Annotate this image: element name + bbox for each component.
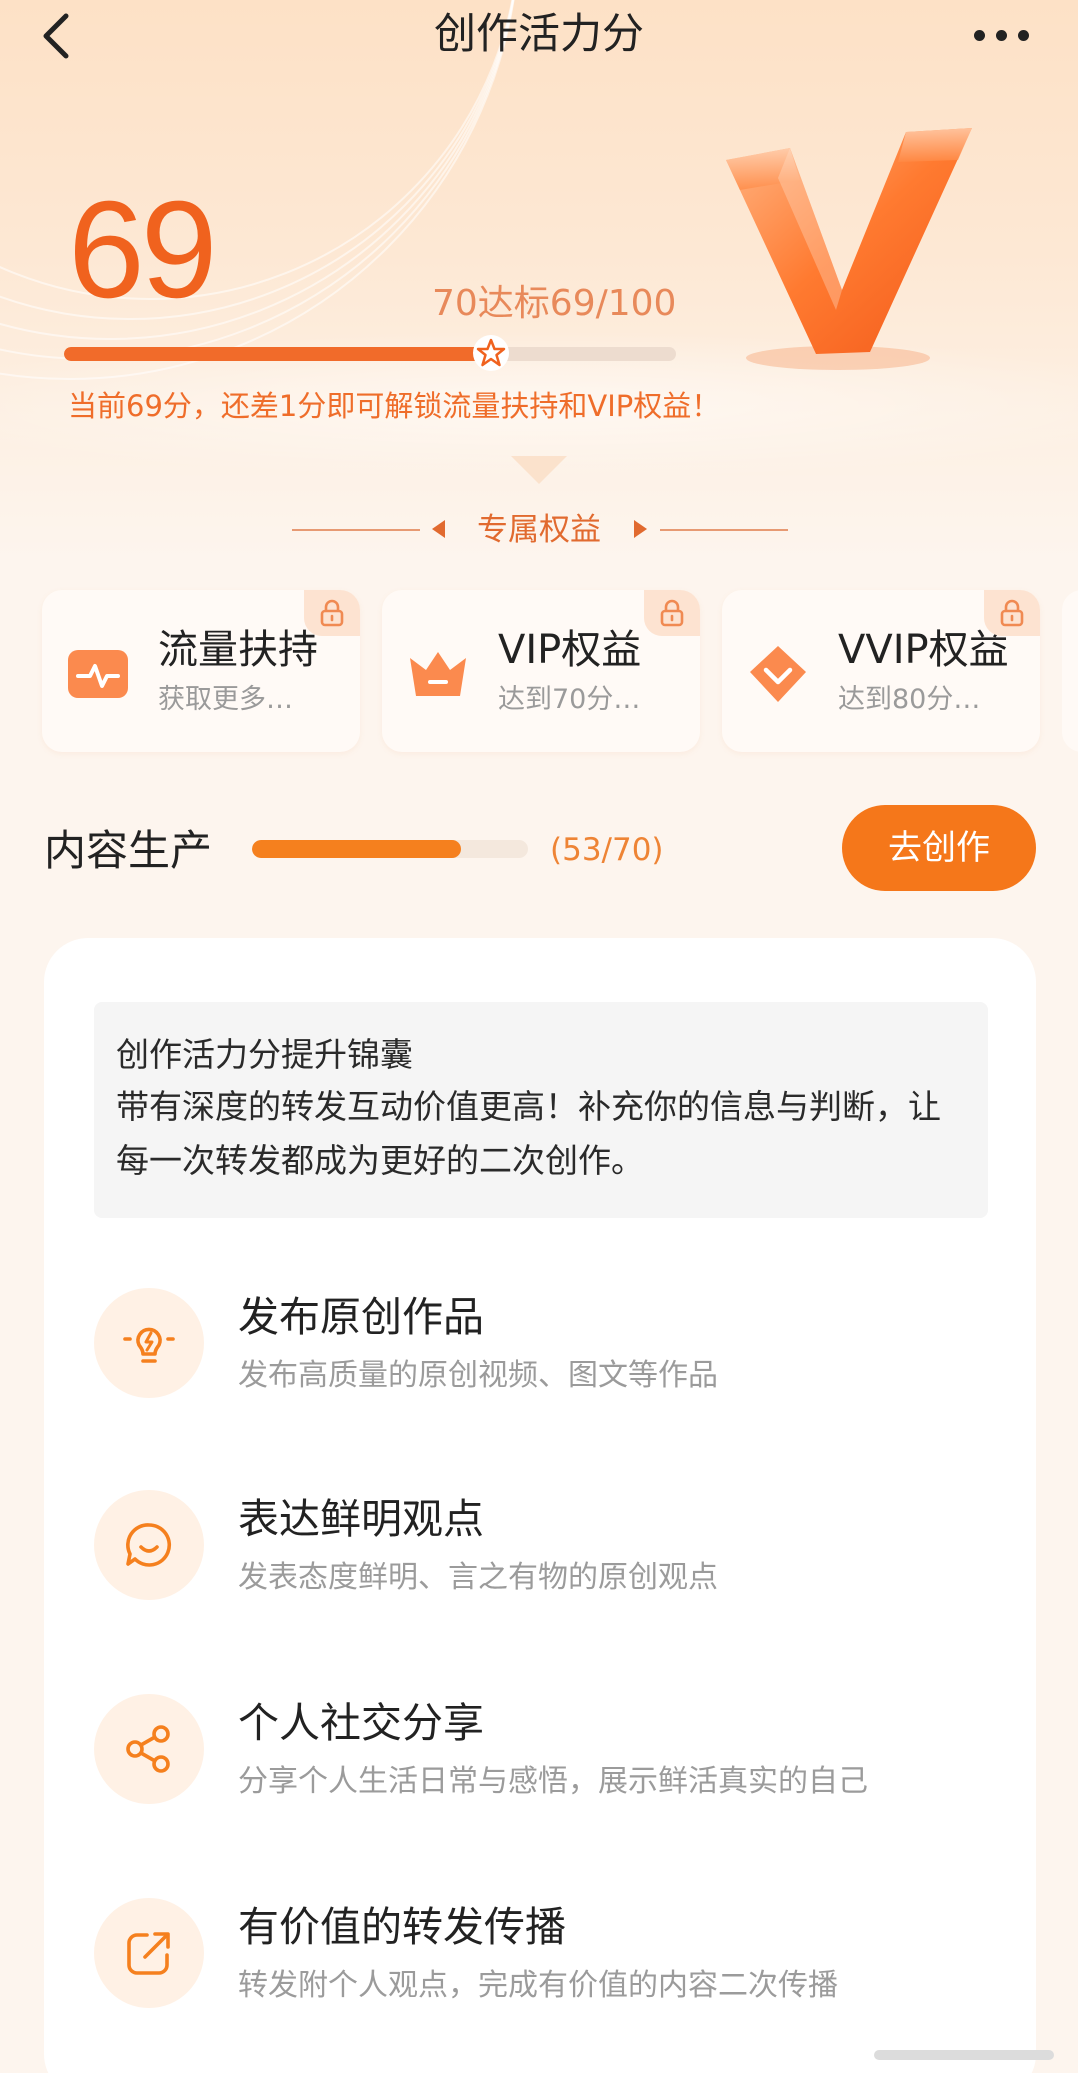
production-progress-bar — [252, 840, 528, 858]
benefits-title: 专属权益 — [477, 512, 601, 548]
score-progress-bar — [64, 347, 676, 361]
tips-box: 创作活力分提升锦囊 带有深度的转发互动价值更高！补充你的信息与判断，让每一次转发… — [94, 1002, 988, 1218]
lock-icon — [320, 599, 344, 627]
score-value: 69 — [68, 173, 217, 327]
more-dot — [1018, 30, 1029, 41]
production-progress-fill — [252, 840, 461, 858]
v-badge-icon — [726, 128, 972, 370]
more-dot — [996, 30, 1007, 41]
caret-right-icon — [634, 520, 647, 538]
task-title: 有价值的转发传播 — [238, 1903, 566, 1951]
more-dot — [974, 30, 985, 41]
benefit-card-vip[interactable]: VIP权益 达到70分… — [382, 590, 700, 752]
benefit-desc: 达到80分… — [838, 684, 981, 715]
benefit-card-traffic[interactable]: 流量扶持 获取更多… — [42, 590, 360, 752]
lightbulb-icon — [123, 1327, 175, 1363]
score-target-text: 70达标69/100 — [432, 283, 677, 324]
task-title: 发布原创作品 — [238, 1293, 484, 1341]
chat-smile-icon — [126, 1523, 172, 1567]
task-icon-circle — [94, 1490, 204, 1600]
lock-icon — [660, 599, 684, 627]
benefit-card-vvip[interactable]: VVIP权益 达到80分… — [722, 590, 1040, 752]
more-button[interactable] — [968, 18, 1034, 54]
task-item-original-works[interactable]: 发布原创作品 发布高质量的原创视频、图文等作品 — [94, 1288, 984, 1408]
task-desc: 发表态度鲜明、言之有物的原创观点 — [238, 1560, 718, 1595]
benefit-name: VIP权益 — [498, 627, 642, 673]
diamond-icon — [750, 646, 806, 702]
task-icon-circle — [94, 1694, 204, 1804]
benefit-card-peek[interactable] — [1062, 590, 1078, 752]
home-indicator[interactable] — [874, 2050, 1054, 2060]
benefits-section-title: 专属权益 — [0, 506, 1078, 554]
notch-divider — [511, 456, 567, 484]
page-title: 创作活力分 — [433, 9, 644, 58]
task-item-social-share[interactable]: 个人社交分享 分享个人生活日常与感悟，展示鲜活真实的自己 — [94, 1694, 984, 1814]
task-desc: 转发附个人观点，完成有价值的内容二次传播 — [238, 1968, 838, 2003]
task-desc: 发布高质量的原创视频、图文等作品 — [238, 1358, 718, 1393]
lock-icon — [1000, 599, 1024, 627]
task-icon-circle — [94, 1898, 204, 2008]
score-progress-fill — [64, 347, 487, 361]
benefit-desc: 获取更多… — [158, 684, 293, 715]
lock-badge — [984, 590, 1040, 636]
production-label: 内容生产 — [44, 826, 213, 875]
benefit-name: VVIP权益 — [838, 627, 1009, 673]
benefit-desc: 达到70分… — [498, 684, 641, 715]
lock-badge — [304, 590, 360, 636]
production-count: (53/70) — [550, 832, 664, 868]
score-hint: 当前69分，还差1分即可解锁流量扶持和VIP权益！ — [68, 389, 721, 423]
tips-title: 创作活力分提升锦囊 — [116, 1035, 413, 1074]
benefit-name: 流量扶持 — [158, 627, 318, 673]
task-item-valuable-repost[interactable]: 有价值的转发传播 转发附个人观点，完成有价值的内容二次传播 — [94, 1898, 984, 2018]
repost-icon — [127, 1932, 170, 1975]
crown-icon — [410, 652, 466, 696]
task-title: 个人社交分享 — [238, 1699, 484, 1747]
go-create-button[interactable]: 去创作 — [842, 805, 1036, 891]
tips-body: 带有深度的转发互动价值更高！补充你的信息与判断，让每一次转发都成为更好的二次创作… — [116, 1087, 941, 1180]
divider-line — [660, 529, 788, 531]
tasks-card: 创作活力分提升锦囊 带有深度的转发互动价值更高！补充你的信息与判断，让每一次转发… — [44, 938, 1036, 2073]
task-title: 表达鲜明观点 — [238, 1495, 484, 1543]
task-icon-circle — [94, 1288, 204, 1398]
task-desc: 分享个人生活日常与感悟，展示鲜活真实的自己 — [238, 1764, 868, 1799]
star-marker-icon — [473, 335, 509, 371]
traffic-icon — [68, 650, 128, 698]
task-item-clear-opinion[interactable]: 表达鲜明观点 发表态度鲜明、言之有物的原创观点 — [94, 1490, 984, 1610]
share-icon — [126, 1725, 170, 1773]
lock-badge — [644, 590, 700, 636]
